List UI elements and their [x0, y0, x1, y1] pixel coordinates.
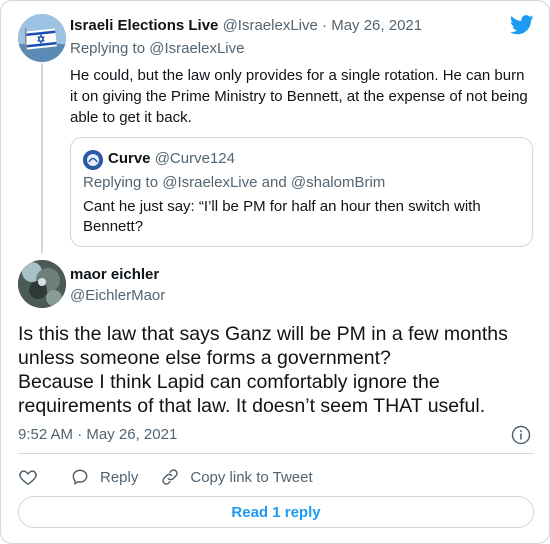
- replying-to-mention: @IsraelexLive: [162, 174, 258, 191]
- replying-to-label: Replying to: [70, 40, 146, 57]
- read-replies-button[interactable]: Read 1 reply: [18, 496, 534, 528]
- main-tweet-timestamp[interactable]: 9:52 AM · May 26, 2021: [18, 426, 177, 443]
- divider: [18, 453, 534, 454]
- israel-flag-avatar[interactable]: [18, 14, 66, 62]
- main-author-name[interactable]: maor eichler: [70, 266, 159, 283]
- thread-connector-line: [41, 63, 43, 253]
- tweet-time: 9:52 AM: [18, 426, 74, 443]
- parent-tweet-text: He could, but the law only provides for …: [70, 67, 528, 126]
- main-tweet-text-line: Is this the law that says Ganz will be P…: [18, 323, 508, 369]
- curve-logo-avatar: [83, 150, 103, 170]
- tweet-date: May 26, 2021: [86, 426, 178, 443]
- parent-tweet-header: Israeli Elections Live @IsraelexLive · M…: [70, 17, 422, 34]
- profile-photo-avatar[interactable]: [18, 260, 66, 308]
- main-tweet-text-line: Because I think Lapid can comfortably ig…: [18, 371, 486, 417]
- copy-link-button[interactable]: Copy link to Tweet: [160, 467, 313, 487]
- replying-to-label: Replying to: [83, 174, 159, 191]
- like-button[interactable]: [18, 467, 48, 487]
- parent-author-handle[interactable]: @IsraelexLive: [223, 17, 318, 34]
- parent-tweet-date[interactable]: May 26, 2021: [331, 17, 422, 34]
- quoted-author-name: Curve: [108, 150, 151, 167]
- tweet-actions: Reply Copy link to Tweet: [18, 466, 335, 488]
- reply-button[interactable]: Reply: [70, 467, 138, 487]
- quoted-replying-to: Replying to @IsraelexLive and @shalomBri…: [83, 174, 385, 191]
- replying-to-and: and: [261, 174, 287, 191]
- link-icon: [162, 469, 179, 485]
- main-author-handle[interactable]: @EichlerMaor: [70, 287, 165, 304]
- timestamp-separator: ·: [77, 426, 83, 443]
- reply-icon: [72, 469, 88, 486]
- parent-replying-to: Replying to @IsraelexLive: [70, 40, 245, 57]
- info-icon[interactable]: [511, 425, 531, 445]
- main-tweet-text: Is this the law that says Ganz will be P…: [18, 322, 538, 418]
- reply-label: Reply: [100, 468, 139, 486]
- header-separator: ·: [322, 17, 328, 34]
- quoted-author-handle: @Curve124: [154, 150, 235, 167]
- quoted-tweet-text: Cant he just say: “I’ll be PM for half a…: [83, 198, 481, 235]
- parent-author-name[interactable]: Israeli Elections Live: [70, 17, 218, 34]
- quoted-tweet[interactable]: Curve @Curve124 Replying to @IsraelexLiv…: [70, 137, 533, 247]
- twitter-bird-icon[interactable]: [510, 15, 534, 35]
- copy-link-label: Copy link to Tweet: [190, 468, 313, 486]
- replying-to-mention[interactable]: @IsraelexLive: [149, 40, 244, 57]
- quoted-tweet-header: Curve @Curve124: [108, 150, 235, 167]
- replying-to-mention: @shalomBrim: [290, 174, 386, 191]
- tweet-embed-card: Israeli Elections Live @IsraelexLive · M…: [0, 0, 550, 544]
- heart-icon: [19, 470, 37, 485]
